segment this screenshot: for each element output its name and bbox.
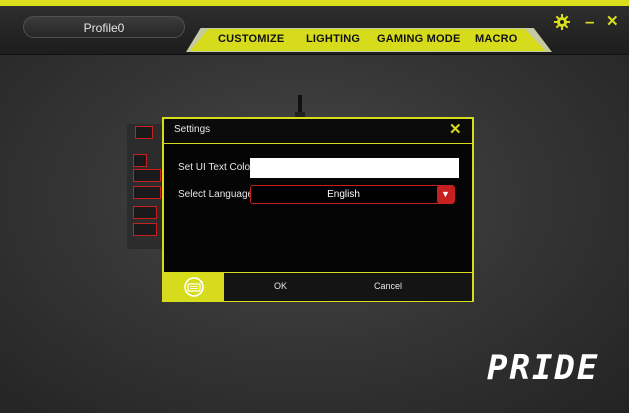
keyboard-key[interactable] [133, 223, 157, 236]
tab-customize[interactable]: CUSTOMIZE [218, 33, 284, 45]
dialog-header: Settings ✕ [164, 119, 472, 144]
keyboard-key[interactable] [135, 126, 153, 139]
keyboard-key[interactable] [133, 186, 161, 199]
keyboard-refresh-icon [184, 277, 204, 297]
ui-text-color-label: Set UI Text Color [178, 162, 254, 173]
language-label: Select Language [178, 189, 254, 200]
ui-text-color-input[interactable] [250, 158, 459, 178]
tab-lighting[interactable]: LIGHTING [306, 33, 360, 45]
tab-macro[interactable]: MACRO [475, 33, 518, 45]
language-select[interactable]: English ▼ [250, 185, 455, 204]
profile-selector[interactable]: Profile0 [23, 16, 185, 38]
language-value: English [327, 189, 360, 200]
keyboard-preview [127, 124, 167, 249]
chevron-down-icon[interactable]: ▼ [437, 186, 454, 203]
close-window-button[interactable]: ✕ [606, 14, 619, 29]
dialog-close-button[interactable]: ✕ [449, 120, 462, 138]
minimize-button[interactable]: – [585, 13, 594, 30]
dialog-footer: OK Cancel [164, 272, 472, 301]
keyboard-key[interactable] [133, 206, 157, 219]
dialog-title: Settings [174, 124, 211, 135]
ok-button[interactable]: OK [274, 281, 287, 291]
tab-gaming-mode[interactable]: GAMING MODE [377, 33, 460, 45]
keyboard-refresh-button[interactable] [164, 273, 224, 301]
cancel-button[interactable]: Cancel [374, 281, 402, 291]
app-window: Profile0 CUSTOMIZE LIGHTING GAMING MODE … [0, 0, 629, 413]
settings-dialog: Settings ✕ Set UI Text Color Select Lang… [162, 117, 474, 302]
brand-logo: PRIDE [487, 348, 600, 388]
keyboard-key[interactable] [133, 154, 147, 167]
keyboard-key[interactable] [133, 169, 161, 182]
gear-icon[interactable] [554, 14, 570, 30]
